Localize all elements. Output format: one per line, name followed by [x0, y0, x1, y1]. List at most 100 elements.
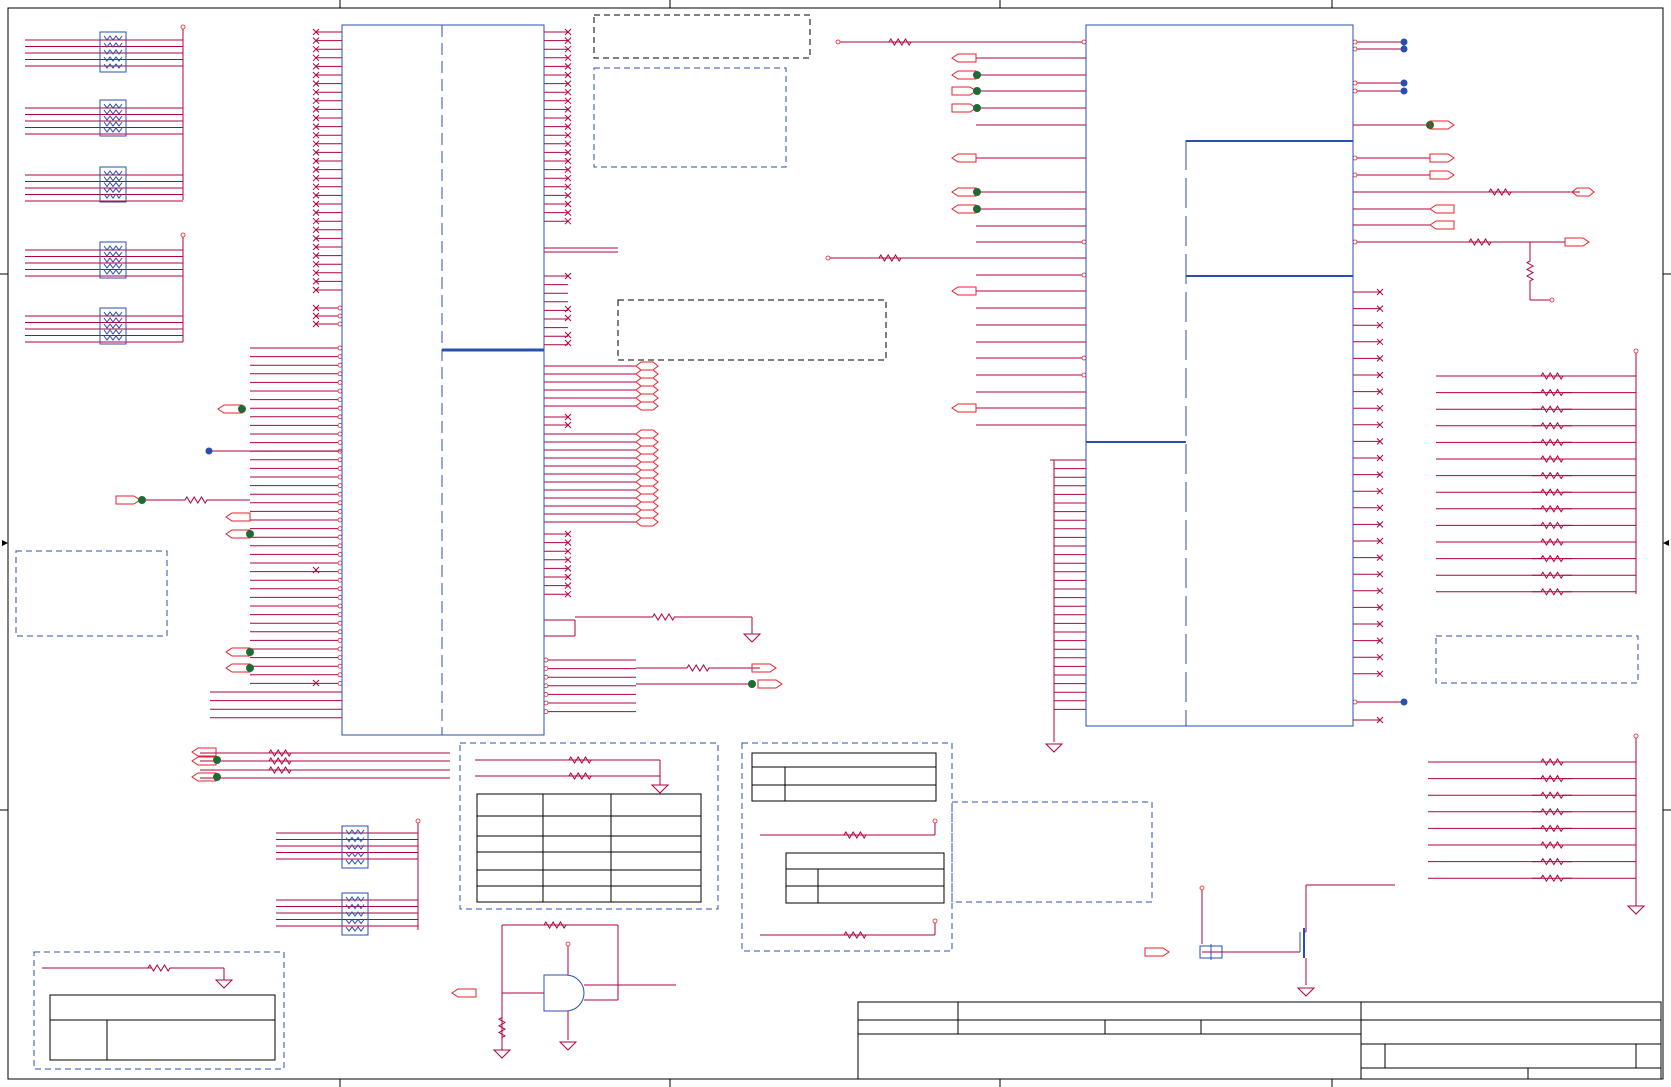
pin-circle: [1081, 39, 1087, 45]
resistor-array-element: [103, 115, 123, 121]
note-table: [49, 994, 276, 1061]
resistor-array-element: [103, 257, 123, 263]
resistor-symbol: [560, 756, 600, 764]
resistor-array-element: [103, 42, 123, 48]
junction-dot: [973, 188, 981, 196]
offpage-port-symbol: [115, 495, 141, 505]
pin-circle: [543, 666, 549, 671]
pin-circle: [1081, 372, 1087, 378]
resistor-symbol: [830, 831, 880, 839]
resistor-array-element: [103, 121, 123, 127]
offpage-port-symbol: [1564, 237, 1590, 247]
resistor-symbol: [1532, 874, 1572, 883]
pin-circle: [337, 305, 343, 311]
pin-circle: [337, 474, 343, 480]
pin-circle: [337, 440, 343, 446]
pin-circle: [1352, 88, 1358, 94]
resistor-symbol: [560, 772, 600, 780]
note-box: [15, 550, 168, 637]
resistor-symbol: [1532, 824, 1572, 833]
schematic-sheet: [0, 0, 1671, 1087]
resistor-symbol: [1532, 438, 1572, 447]
resistor-array-element: [103, 335, 123, 341]
symbols: [115, 28, 1646, 1059]
bidir-port-symbol: [635, 493, 659, 503]
bidir-port-symbol: [635, 477, 659, 487]
resistor-symbol: [1480, 188, 1520, 196]
resistor-array-element: [103, 311, 123, 317]
resistor-symbol: [870, 254, 910, 262]
resistor-symbol: [260, 749, 300, 757]
offpage-port-symbol: [951, 204, 977, 214]
pin-circle: [180, 232, 186, 238]
offpage-port-symbol: [951, 53, 977, 63]
resistor-symbol: [575, 613, 752, 621]
resistor-symbol: [1532, 857, 1572, 866]
pin-circle: [337, 569, 343, 574]
pin-circle: [337, 595, 343, 600]
bidir-port-symbol: [635, 453, 659, 463]
offpage-port-symbol: [951, 286, 977, 296]
pin-circle: [337, 362, 343, 368]
resistor-array-element: [345, 926, 365, 932]
pin-circle: [337, 457, 343, 463]
edge-arrow: [1663, 540, 1669, 546]
junction-dot: [213, 756, 221, 764]
pin-circle: [337, 620, 343, 626]
resistor-symbol: [1532, 455, 1572, 463]
bidir-port-symbol: [635, 517, 659, 527]
resistor-array-element: [103, 175, 123, 182]
edge-arrow: [2, 540, 8, 546]
title-block-border: [857, 1001, 1662, 1080]
junction-dot: [973, 104, 981, 112]
resistor-array-symbol: [341, 825, 369, 869]
resistor-array-element: [345, 829, 365, 835]
resistor-array-element: [103, 35, 123, 41]
note-table: [785, 852, 945, 904]
offpage-port-symbol: [951, 403, 977, 413]
note-boxes: [15, 14, 1639, 1070]
resistor-symbol: [1532, 372, 1572, 380]
resistor-array-element: [103, 109, 123, 115]
offpage-port-symbol: [951, 187, 977, 197]
pin-circle: [1352, 699, 1358, 705]
resistor-array-element: [103, 127, 123, 133]
connector-dot: [1400, 45, 1408, 53]
resistor-symbol: [1532, 554, 1572, 563]
note-box: [951, 801, 1153, 903]
resistor-symbol: [830, 931, 880, 939]
resistor-symbol: [1532, 521, 1572, 530]
resistor-symbol: [1532, 807, 1572, 816]
pin-circle: [543, 700, 549, 706]
bidir-port-symbol: [635, 501, 659, 511]
pin-circle: [1633, 348, 1639, 354]
pin-circle: [337, 354, 343, 360]
resistor-array-element: [103, 49, 123, 55]
offpage-port-symbol: [191, 747, 217, 757]
junction-dot: [246, 648, 254, 656]
pin-circle: [337, 560, 343, 566]
bidir-port-symbol: [635, 429, 659, 439]
pin-circle: [337, 663, 343, 669]
resistor-array-element: [103, 263, 123, 269]
pin-circle: [825, 255, 831, 261]
junction-dot: [973, 87, 981, 95]
resistor-symbol: [1532, 538, 1572, 546]
pin-circle: [337, 397, 343, 403]
junction-dot: [973, 71, 981, 79]
pin-circle: [337, 646, 343, 652]
ground-symbol: [558, 1041, 578, 1051]
resistor-symbol: [260, 757, 300, 765]
components: [99, 24, 1354, 1012]
junction-dot: [213, 773, 221, 781]
bidir-port-symbol: [635, 361, 659, 371]
pin-circle: [1352, 46, 1358, 52]
resistor-symbol: [1532, 388, 1572, 397]
resistor-symbol: [540, 921, 570, 929]
ground-symbol: [1626, 905, 1646, 915]
pin-circle: [337, 388, 343, 394]
resistor-array-symbol: [99, 241, 127, 279]
note-box: [593, 14, 811, 59]
bidir-port-symbol: [635, 469, 659, 479]
pin-circle: [337, 526, 343, 531]
